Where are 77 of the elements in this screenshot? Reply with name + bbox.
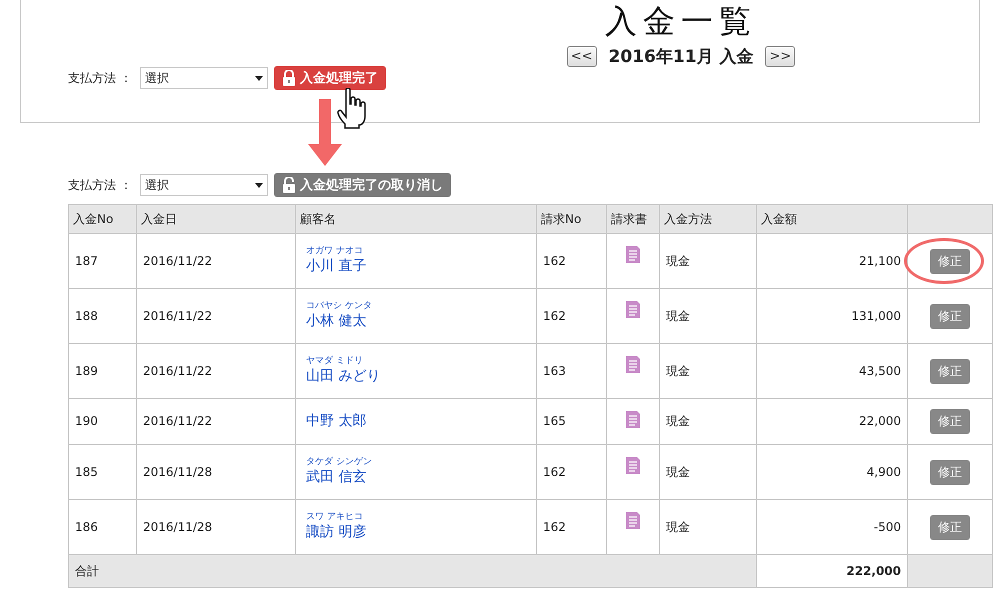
page-title: 入金一覧 [605, 2, 757, 40]
table-cell: 2016/11/22 [136, 234, 296, 288]
previous-month-button[interactable]: << [566, 46, 597, 68]
customer-name-link[interactable]: 武田 信玄 [306, 469, 530, 486]
table-cell: 現金 [660, 398, 756, 444]
table-cell: 162 [536, 234, 606, 288]
pointer-hand-icon [336, 88, 368, 130]
table-cell: 2016/11/28 [136, 444, 296, 500]
table-cell: 162 [536, 288, 606, 344]
padlock-icon [282, 70, 296, 86]
table-cell: 現金 [660, 234, 756, 288]
table-cell: 162 [536, 444, 606, 500]
table-cell: 現金 [660, 344, 756, 398]
edit-button[interactable]: 修正 [930, 514, 970, 540]
down-arrow-icon [308, 99, 342, 166]
table-cell: 22,000 [756, 398, 908, 444]
customer-name-link[interactable]: 諏訪 明彦 [306, 524, 530, 541]
customer-name-link[interactable]: 山田 みどり [306, 368, 530, 385]
edit-button[interactable]: 修正 [930, 409, 970, 434]
table-cell: -500 [756, 500, 908, 554]
cancel-completion-button[interactable]: 入金処理完了の取り消し [274, 173, 451, 197]
table-cell: 186 [68, 500, 136, 554]
column-header: 請求書 [606, 204, 660, 234]
payment-method-select[interactable]: 選択 [140, 67, 268, 89]
document-icon[interactable] [626, 457, 640, 474]
table-cell: 131,000 [756, 288, 908, 344]
customer-name-link[interactable]: 小川 直子 [306, 258, 530, 275]
customer-name-reading: ヤマダ ミドリ [306, 357, 364, 368]
table-cell: 4,900 [756, 444, 908, 500]
dropdown-caret-icon [254, 76, 263, 80]
table-cell: 189 [68, 344, 136, 398]
payment-method-select[interactable]: 選択 [140, 174, 268, 196]
table-cell: 21,100 [756, 234, 908, 288]
table-cell: 現金 [660, 288, 756, 344]
table-cell: 2016/11/22 [136, 344, 296, 398]
table-cell: 185 [68, 444, 136, 500]
customer-name-reading: タケダ シンゲン [306, 458, 373, 468]
column-header: 入金No [68, 204, 136, 234]
table-cell: 188 [68, 288, 136, 344]
table-cell: 2016/11/22 [136, 288, 296, 344]
table-cell: 190 [68, 398, 136, 444]
column-header: 請求No [536, 204, 606, 234]
filter-label: 支払方法 ： [68, 178, 132, 192]
table-cell: 2016/11/22 [136, 398, 296, 444]
customer-name-reading: コバヤシ ケンタ [306, 302, 373, 312]
document-icon[interactable] [626, 411, 640, 428]
dropdown-caret-icon [254, 182, 263, 188]
edit-button[interactable]: 修正 [930, 248, 970, 274]
table-cell: 162 [536, 500, 606, 554]
table-cell: 現金 [660, 500, 756, 554]
table-cell: 現金 [660, 444, 756, 500]
unlocked-padlock-icon [282, 177, 296, 193]
edit-button[interactable]: 修正 [930, 358, 970, 384]
column-header: 入金日 [136, 204, 296, 234]
customer-name-link[interactable]: 小林 健太 [306, 313, 530, 330]
document-icon[interactable] [626, 356, 640, 373]
table-cell: 163 [536, 344, 606, 398]
column-header: 入金方法 [660, 204, 756, 234]
document-icon[interactable] [626, 246, 640, 263]
next-month-button[interactable]: >> [765, 46, 796, 68]
column-header: 入金額 [756, 204, 908, 234]
complete-payment-button[interactable]: 入金処理完了 [274, 66, 386, 90]
edit-button[interactable]: 修正 [930, 460, 970, 484]
table-cell: 165 [536, 398, 606, 444]
total-label: 合計 [68, 554, 756, 588]
document-icon[interactable] [626, 301, 640, 318]
document-icon[interactable] [626, 512, 640, 529]
table-cell: 43,500 [756, 344, 908, 398]
table-cell: 187 [68, 234, 136, 288]
customer-name-reading: スワ アキヒコ [306, 513, 364, 524]
customer-name-reading: オガワ ナオコ [306, 247, 364, 258]
total-amount: 222,000 [756, 554, 908, 588]
edit-button[interactable]: 修正 [930, 304, 970, 328]
column-header: 顧客名 [296, 204, 536, 234]
filter-label: 支払方法 ： [68, 70, 132, 86]
table-cell: 2016/11/28 [136, 500, 296, 554]
period-label: 2016年11月 入金 [608, 46, 754, 68]
